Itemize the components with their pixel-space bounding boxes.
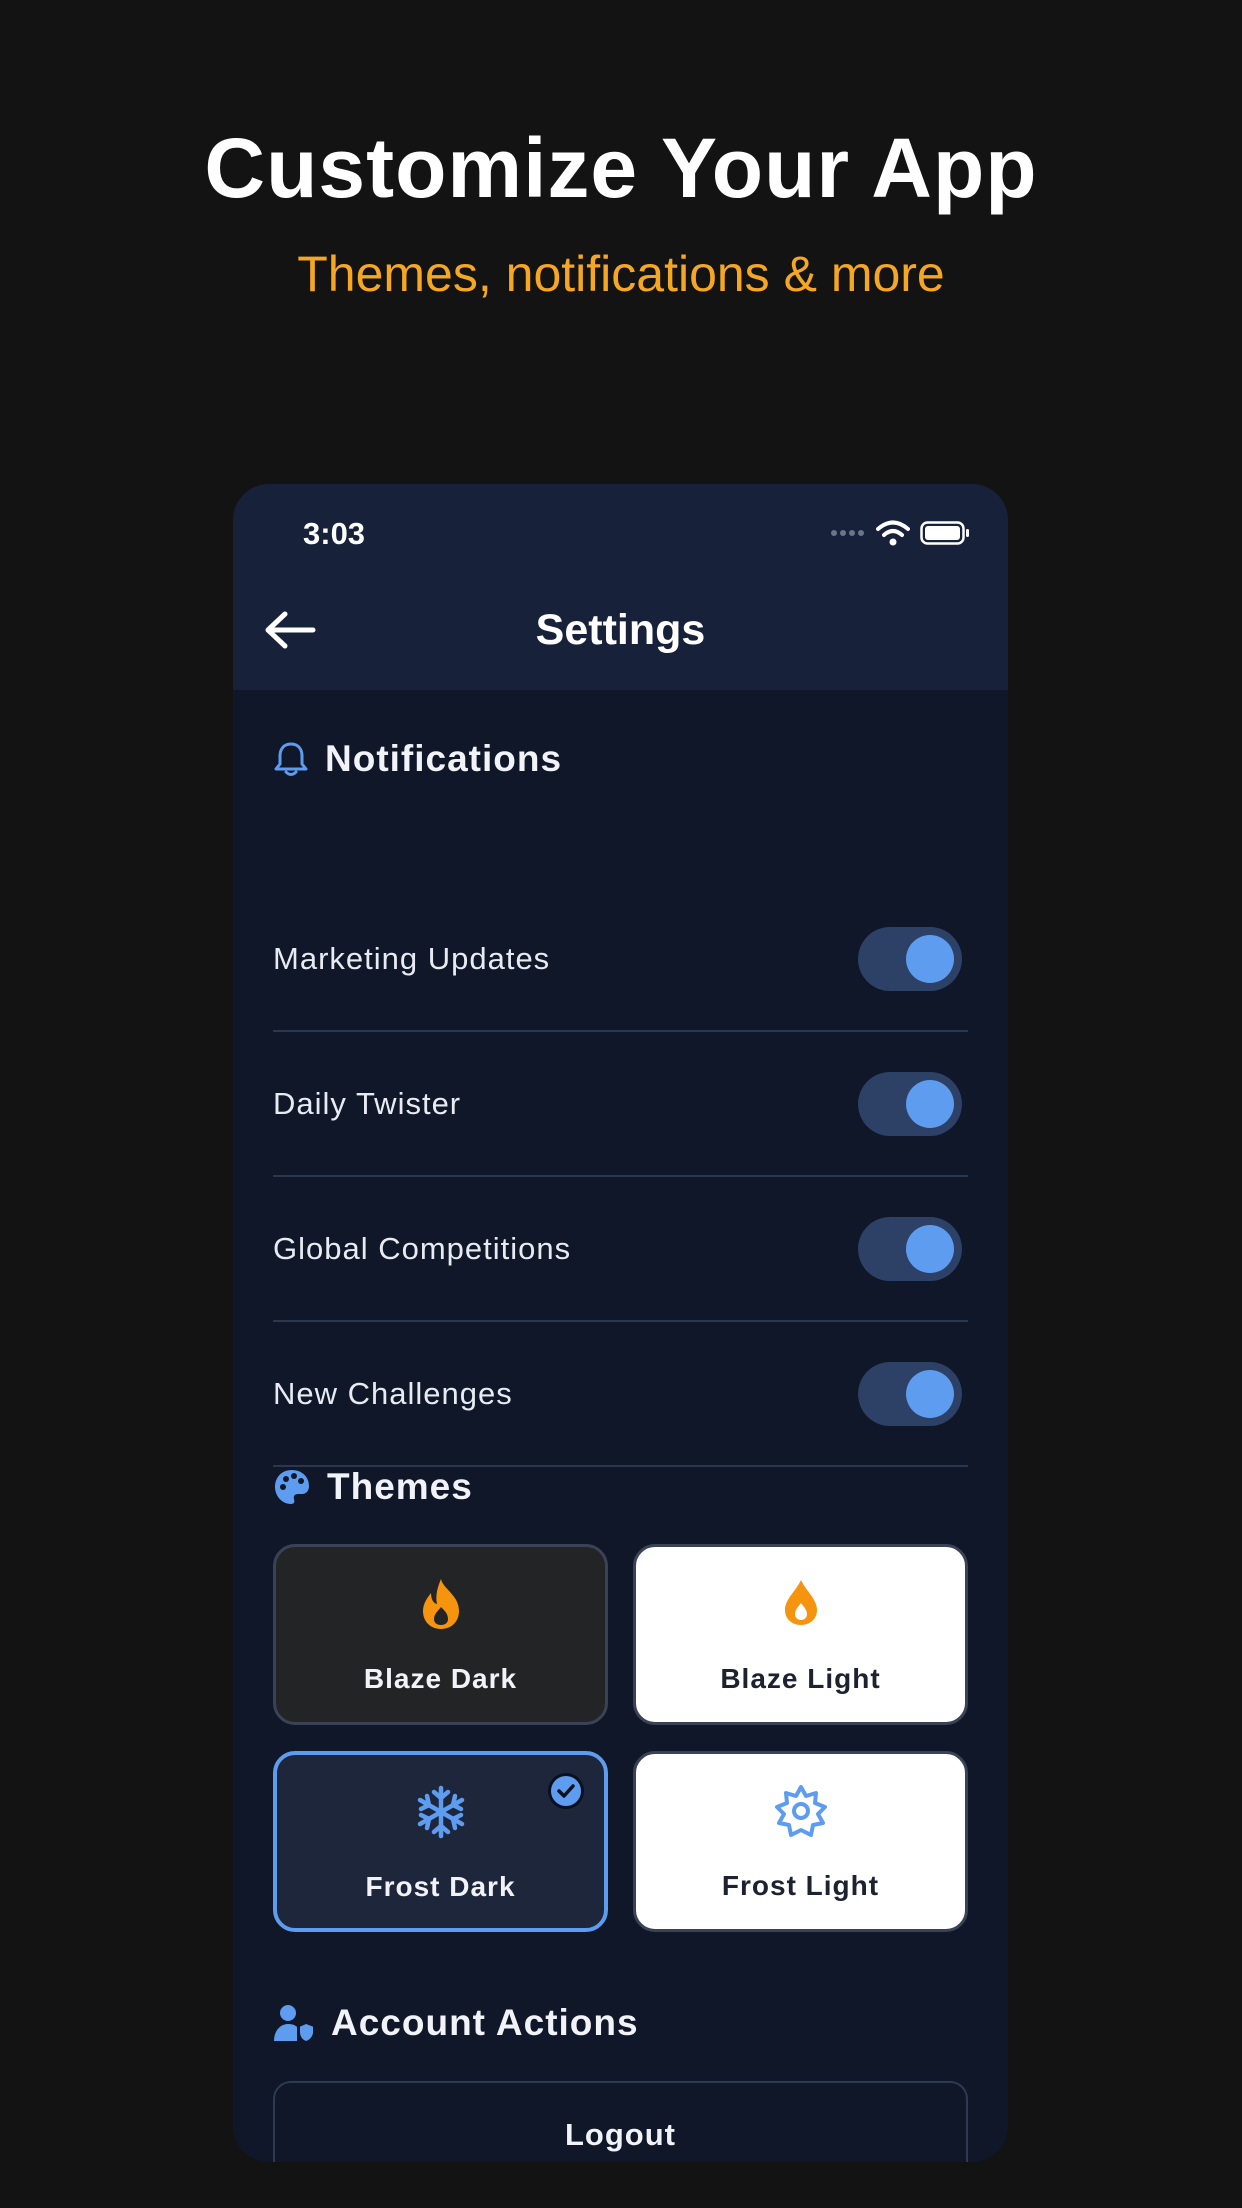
theme-card-frost-dark[interactable]: Frost Dark <box>273 1751 608 1932</box>
theme-card-blaze-dark[interactable]: Blaze Dark <box>273 1544 608 1725</box>
theme-card-frost-light[interactable]: Frost Light <box>633 1751 968 1932</box>
daily-twister-toggle[interactable] <box>858 1071 962 1136</box>
marketing-updates-toggle[interactable] <box>858 926 962 991</box>
theme-label: Frost Light <box>721 1870 880 1901</box>
logout-button[interactable]: Logout <box>273 2081 968 2162</box>
notifications-heading: Notifications <box>273 738 562 780</box>
global-competitions-toggle[interactable] <box>858 1216 962 1281</box>
flame-icon <box>422 1579 459 1629</box>
account-actions-heading: Account Actions <box>273 2002 639 2044</box>
user-shield-icon <box>274 2005 315 2043</box>
theme-card-blaze-light[interactable]: Blaze Light <box>633 1544 968 1725</box>
wifi-icon <box>876 520 910 546</box>
battery-icon <box>920 521 969 545</box>
notification-row-global-competitions: Global Competitions <box>273 1177 968 1322</box>
notification-label: New Challenges <box>273 1375 513 1411</box>
notifications-heading-label: Notifications <box>325 738 563 779</box>
drop-flame-icon <box>784 1580 817 1625</box>
theme-label: Frost Dark <box>365 1871 516 1902</box>
notification-row-new-challenges: New Challenges <box>273 1322 968 1467</box>
notification-row-marketing: Marketing Updates <box>273 887 968 1032</box>
page-title: Settings <box>535 606 706 654</box>
notification-label: Global Competitions <box>273 1230 572 1266</box>
themes-heading: Themes <box>273 1466 473 1508</box>
palette-icon <box>275 1470 309 1504</box>
notification-label: Daily Twister <box>273 1085 462 1121</box>
top-bar: 3:03 Settings <box>233 484 1008 690</box>
notification-row-daily-twister: Daily Twister <box>273 1032 968 1177</box>
status-time: 3:03 <box>303 516 366 551</box>
notification-label: Marketing Updates <box>273 940 551 976</box>
sun-gear-icon <box>774 1785 827 1837</box>
status-icons <box>830 520 970 546</box>
hero-subtitle: Themes, notifications & more <box>297 246 945 302</box>
snowflake-icon <box>417 1785 464 1839</box>
themes-heading-label: Themes <box>327 1466 473 1507</box>
signal-dots-icon <box>831 530 864 536</box>
theme-label: Blaze Dark <box>363 1663 518 1694</box>
bell-icon <box>274 742 308 776</box>
phone-screen: 3:03 Settings Notifications Marketing Up… <box>233 484 1008 2162</box>
new-challenges-toggle[interactable] <box>858 1361 962 1426</box>
account-actions-heading-label: Account Actions <box>331 2002 639 2043</box>
hero-title: Customize Your App <box>204 121 1038 215</box>
theme-label: Blaze Light <box>720 1663 881 1694</box>
